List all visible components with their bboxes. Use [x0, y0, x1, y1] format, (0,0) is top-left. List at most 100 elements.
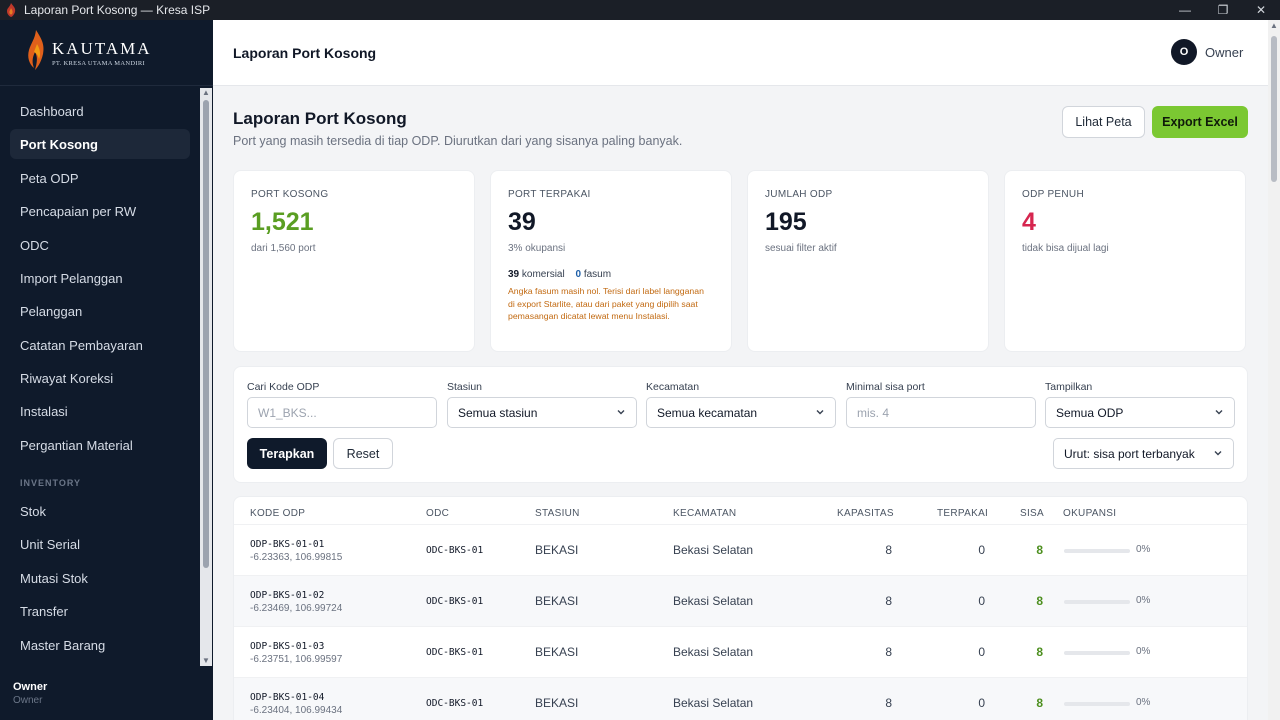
- tampilkan-select[interactable]: Semua ODP: [1045, 397, 1235, 428]
- export-excel-button[interactable]: Export Excel: [1152, 106, 1248, 138]
- sidebar-item-dashboard[interactable]: Dashboard: [10, 96, 190, 126]
- kapasitas-cell: 8: [885, 594, 892, 608]
- sidebar-item-instalasi[interactable]: Instalasi: [10, 396, 190, 426]
- sidebar-item-pelanggan[interactable]: Pelanggan: [10, 296, 190, 326]
- kode-odp-cell: ODP-BKS-01-01: [250, 539, 325, 550]
- logo-tagline: PT. KRESA UTAMA MANDIRI: [52, 59, 145, 67]
- scroll-up-arrow-icon[interactable]: ▲: [1268, 20, 1280, 32]
- komersial-fasum-breakdown: 39 komersial 0 fasum: [508, 269, 611, 280]
- chevron-down-icon: [1215, 410, 1223, 415]
- main-scroll-thumb[interactable]: [1271, 36, 1277, 182]
- sidebar-item-port-kosong[interactable]: Port Kosong: [10, 129, 190, 159]
- sisa-cell: 8: [1036, 543, 1043, 557]
- terpakai-cell: 0: [978, 594, 985, 608]
- stat-label: ODP PENUH: [1022, 189, 1084, 200]
- sidebar-user-role: Owner: [13, 695, 43, 706]
- chevron-down-icon: [617, 410, 625, 415]
- sidebar-scroll-thumb[interactable]: [203, 100, 209, 568]
- column-header-terpakai[interactable]: TERPAKAI: [937, 508, 988, 519]
- main-scrollbar[interactable]: ▲: [1268, 20, 1280, 720]
- app-flame-icon: [4, 3, 18, 17]
- okupansi-percent: 0%: [1136, 697, 1151, 708]
- column-header-kode[interactable]: KODE ODP: [250, 508, 305, 519]
- sidebar-item-odc[interactable]: ODC: [10, 230, 190, 260]
- sidebar-item-catatan-pembayaran[interactable]: Catatan Pembayaran: [10, 330, 190, 360]
- sidebar-item-mutasi-stok[interactable]: Mutasi Stok: [10, 563, 190, 593]
- coordinate-cell: -6.23751, 106.99597: [250, 654, 343, 665]
- scroll-down-arrow-icon[interactable]: ▼: [200, 656, 212, 666]
- window-titlebar: Laporan Port Kosong — Kresa ISP — ❐ ✕: [0, 0, 1280, 20]
- top-header: Laporan Port Kosong O Owner: [213, 20, 1268, 86]
- terpakai-cell: 0: [978, 645, 985, 659]
- column-header-odc[interactable]: ODC: [426, 508, 449, 519]
- odc-cell: ODC-BKS-01: [426, 545, 484, 556]
- lihat-peta-button[interactable]: Lihat Peta: [1062, 106, 1145, 138]
- maximize-button[interactable]: ❐: [1203, 0, 1243, 20]
- table-row[interactable]: ODP-BKS-01-04 -6.23404, 106.99434 ODC-BK…: [234, 677, 1247, 720]
- table-row[interactable]: ODP-BKS-01-01 -6.23363, 106.99815 ODC-BK…: [234, 524, 1247, 575]
- column-header-kecamatan[interactable]: KECAMATAN: [673, 508, 736, 519]
- kecamatan-cell: Bekasi Selatan: [673, 594, 754, 608]
- okupansi-percent: 0%: [1136, 646, 1151, 657]
- logo[interactable]: KAUTAMA PT. KRESA UTAMA MANDIRI: [0, 20, 213, 86]
- filter-panel: Cari Kode ODP W1_BKS... Stasiun Semua st…: [233, 366, 1248, 483]
- stat-label: PORT TERPAKAI: [508, 189, 591, 200]
- stasiun-select[interactable]: Semua stasiun: [447, 397, 637, 428]
- minimize-button[interactable]: —: [1165, 0, 1205, 20]
- terpakai-cell: 0: [978, 696, 985, 710]
- sidebar-item-transfer[interactable]: Transfer: [10, 596, 190, 626]
- sidebar-item-stok[interactable]: Stok: [10, 496, 190, 526]
- kode-odp-input[interactable]: W1_BKS...: [247, 397, 437, 428]
- odc-cell: ODC-BKS-01: [426, 647, 484, 658]
- main-content: Laporan Port Kosong Port yang masih ters…: [213, 86, 1268, 720]
- coordinate-cell: -6.23404, 106.99434: [250, 705, 343, 716]
- coordinate-cell: -6.23469, 106.99724: [250, 603, 343, 614]
- chevron-down-icon: [816, 410, 824, 415]
- column-header-sisa[interactable]: SISA: [1020, 508, 1044, 519]
- kode-odp-label: Cari Kode ODP: [247, 381, 320, 393]
- table-row[interactable]: ODP-BKS-01-03 -6.23751, 106.99597 ODC-BK…: [234, 626, 1247, 677]
- kecamatan-cell: Bekasi Selatan: [673, 543, 754, 557]
- kecamatan-label: Kecamatan: [646, 381, 700, 393]
- header-user-name[interactable]: Owner: [1205, 45, 1243, 60]
- column-header-stasiun[interactable]: STASIUN: [535, 508, 580, 519]
- sidebar: KAUTAMA PT. KRESA UTAMA MANDIRI Dashboar…: [0, 20, 213, 720]
- minimal-sisa-input[interactable]: mis. 4: [846, 397, 1036, 428]
- stasiun-cell: BEKASI: [535, 696, 579, 710]
- table-row[interactable]: ODP-BKS-01-02 -6.23469, 106.99724 ODC-BK…: [234, 575, 1247, 626]
- kecamatan-cell: Bekasi Selatan: [673, 696, 754, 710]
- kecamatan-value: Semua kecamatan: [657, 405, 758, 420]
- avatar[interactable]: O: [1171, 39, 1197, 65]
- sidebar-item-riwayat-koreksi[interactable]: Riwayat Koreksi: [10, 363, 190, 393]
- sidebar-section-inventory: INVENTORY: [20, 478, 82, 488]
- stat-sub: tidak bisa dijual lagi: [1022, 243, 1109, 254]
- minimal-sisa-label: Minimal sisa port: [846, 381, 925, 393]
- sidebar-item-peta-odp[interactable]: Peta ODP: [10, 163, 190, 193]
- sidebar-item-pencapaian-rw[interactable]: Pencapaian per RW: [10, 196, 190, 226]
- kecamatan-cell: Bekasi Selatan: [673, 645, 754, 659]
- sidebar-scrollbar[interactable]: ▲ ▼: [200, 88, 212, 666]
- sidebar-item-import-pelanggan[interactable]: Import Pelanggan: [10, 263, 190, 293]
- scroll-up-arrow-icon[interactable]: ▲: [200, 88, 212, 98]
- kode-odp-cell: ODP-BKS-01-03: [250, 641, 325, 652]
- okupansi-bar: [1064, 600, 1130, 604]
- sidebar-item-pergantian-material[interactable]: Pergantian Material: [10, 430, 190, 460]
- column-header-okupansi[interactable]: OKUPANSI: [1063, 508, 1116, 519]
- sidebar-nav: Dashboard Port Kosong Peta ODP Pencapaia…: [0, 94, 199, 664]
- terpakai-cell: 0: [978, 543, 985, 557]
- sidebar-item-master-barang[interactable]: Master Barang: [10, 630, 190, 660]
- stat-sub: 3% okupansi: [508, 243, 566, 254]
- sidebar-user[interactable]: Owner Owner: [13, 681, 47, 706]
- column-header-kapasitas[interactable]: KAPASITAS: [837, 508, 894, 519]
- sidebar-item-unit-serial[interactable]: Unit Serial: [10, 529, 190, 559]
- stat-sub: sesuai filter aktif: [765, 243, 837, 254]
- stat-sub: dari 1,560 port: [251, 243, 316, 254]
- close-button[interactable]: ✕: [1241, 0, 1280, 20]
- sort-select[interactable]: Urut: sisa port terbanyak: [1053, 438, 1234, 469]
- reset-button[interactable]: Reset: [333, 438, 393, 469]
- okupansi-bar: [1064, 702, 1130, 706]
- tampilkan-label: Tampilkan: [1045, 381, 1093, 393]
- kapasitas-cell: 8: [885, 543, 892, 557]
- kecamatan-select[interactable]: Semua kecamatan: [646, 397, 836, 428]
- terapkan-button[interactable]: Terapkan: [247, 438, 327, 469]
